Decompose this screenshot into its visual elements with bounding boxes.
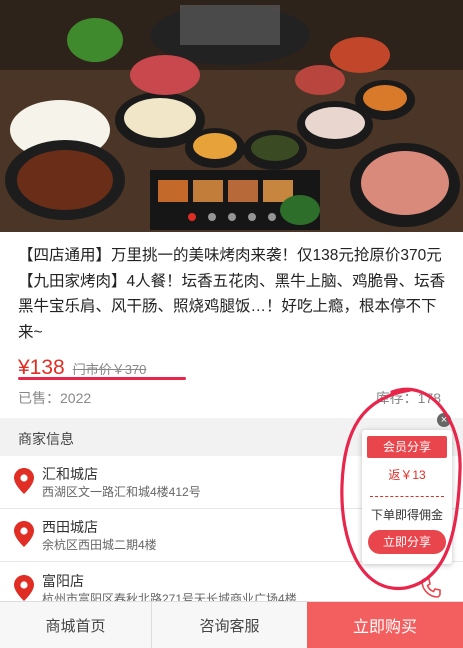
store-home-button[interactable]: 商城首页 [0,602,152,648]
close-icon[interactable]: × [437,413,451,427]
store-name: 西田城店 [42,519,98,535]
merchant-info-title: 商家信息 [18,431,74,447]
dashed-divider [370,496,444,497]
product-hero-image[interactable] [0,0,463,232]
share-now-button[interactable]: 立即分享 [368,530,446,554]
commission-text: 下单即得佣金 [370,508,443,522]
product-description: 【四店通用】万里挑一的美味烤肉来袭！仅138元抢原价370元【九田家烤肉】4人餐… [18,247,446,341]
phone-icon[interactable] [421,577,441,604]
carousel-dot[interactable] [267,213,276,221]
buy-now-button[interactable]: 立即购买 [307,602,463,648]
location-pin-icon [14,468,34,499]
store-name: 汇和城店 [42,466,98,482]
carousel-dot[interactable] [207,213,216,221]
member-share-title: 会员分享 [367,436,447,458]
stock-count: 库存：178 [375,390,441,406]
store-address: 余杭区西田城二期4楼 [42,538,157,552]
carousel-dot[interactable] [227,213,236,221]
market-price: 门市价￥370 [72,362,147,377]
store-name: 富阳店 [42,573,84,589]
sold-count: 已售：2022 [18,390,92,406]
carousel-dot[interactable] [247,213,256,221]
price-annotation-underline [18,377,186,380]
share-rebate-amount: 返￥13 [388,468,426,482]
location-pin-icon [14,521,34,552]
food-photo [0,0,463,232]
member-share-popup: 会员分享 返￥13 下单即得佣金 立即分享 [362,430,452,564]
carousel-dot[interactable] [187,213,196,221]
bottom-action-bar: 商城首页 咨询客服 立即购买 [0,601,463,648]
store-address: 西湖区文一路汇和城4楼412号 [42,485,201,499]
customer-service-button[interactable]: 咨询客服 [152,602,307,648]
carousel-dots [0,213,463,225]
